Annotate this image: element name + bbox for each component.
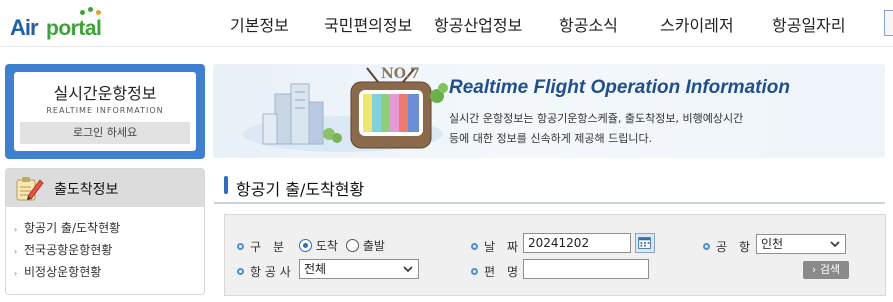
arrival-departure-menu: 출도착정보 › 항공기 출/도착현황 › 전국공항운항현황 › 비정상운항현황 — [5, 168, 205, 295]
airport-label-text: 공 항 — [716, 240, 751, 254]
section-divider — [214, 202, 885, 204]
logo-portal-text: portal — [46, 17, 102, 40]
side-menu-title: 출도착정보 — [54, 182, 119, 198]
side-menu-item-label: 항공기 출/도착현황 — [24, 221, 121, 235]
airline-label-text: 항 공 사 — [250, 265, 291, 279]
date-label: 날 짜 — [471, 238, 518, 255]
bullet-icon — [471, 268, 478, 275]
chevron-down-icon — [830, 241, 840, 248]
calendar-button[interactable] — [635, 233, 655, 253]
banner-description: 실시간 운항정보는 항공기운항스케쥴, 출도착정보, 비행예상시간 등에 대한 … — [449, 109, 869, 149]
nav-aviation-news[interactable]: 항공소식 — [559, 12, 618, 36]
type-label: 구 분 — [237, 238, 284, 255]
realtime-subtitle: REALTIME INFORMATION — [46, 106, 164, 115]
login-button[interactable]: 로그인 하세요 — [20, 122, 190, 144]
banner-title: Realtime Flight Operation Information — [449, 77, 790, 98]
nav-basic-info[interactable]: 기본정보 — [230, 12, 289, 36]
date-label-text: 날 짜 — [484, 240, 519, 254]
realtime-banner: NO.7 Realtime Flight Operation Informati… — [213, 64, 885, 158]
radio-departure-button[interactable] — [346, 239, 359, 252]
nav-aviation-jobs[interactable]: 항공일자리 — [772, 12, 846, 36]
banner-desc-line: 실시간 운항정보는 항공기운항스케쥴, 출도착정보, 비행예상시간 — [449, 112, 744, 125]
airportal-logo[interactable]: Air portal — [8, 6, 108, 42]
flight-number-label-text: 편 명 — [484, 265, 519, 279]
logo-dot — [80, 10, 85, 15]
flight-number-input[interactable] — [523, 259, 649, 279]
chevron-right-icon: › — [14, 269, 18, 278]
bullet-icon — [471, 243, 478, 250]
header-divider — [0, 46, 893, 47]
flight-number-label: 편 명 — [471, 263, 518, 280]
svg-text:NO.7: NO.7 — [381, 66, 420, 82]
side-menu-item-flight-status[interactable]: › 항공기 출/도착현황 — [14, 219, 120, 241]
side-menu-item-label: 전국공항운항현황 — [24, 243, 113, 257]
search-button[interactable]: › 검색 — [803, 261, 849, 279]
type-label-text: 구 분 — [250, 240, 285, 254]
radio-arrival-label: 도착 — [315, 239, 338, 253]
flight-search-form: 구 분 도착 출발 날 짜 20241202 공 항 인천 항 공 사 전체 편… — [224, 214, 886, 296]
calendar-icon — [638, 237, 651, 249]
chevron-right-icon: › — [14, 247, 18, 256]
clipboard-pencil-icon — [16, 177, 44, 201]
realtime-info-box: 실시간운항정보 REALTIME INFORMATION 로그인 하세요 — [5, 64, 205, 159]
airline-label: 항 공 사 — [237, 263, 291, 280]
side-menu-item-airport-status[interactable]: › 전국공항운항현황 — [14, 241, 120, 263]
chevron-right-icon: › — [14, 225, 18, 234]
logo-air-text: Air — [10, 15, 39, 40]
realtime-info-panel: 실시간운항정보 REALTIME INFORMATION 로그인 하세요 — [14, 72, 196, 151]
airport-select[interactable]: 인천 — [756, 234, 846, 254]
bullet-icon — [703, 243, 710, 250]
airline-select[interactable]: 전체 — [299, 259, 419, 279]
side-menu-item-irregular-status[interactable]: › 비정상운항현황 — [14, 263, 120, 285]
realtime-title: 실시간운항정보 — [53, 84, 157, 103]
airport-select-value: 인천 — [761, 237, 784, 251]
radio-arrival[interactable]: 도착 — [299, 237, 338, 254]
radio-departure[interactable]: 출발 — [346, 237, 385, 254]
page-title: 항공기 출/도착현황 — [236, 180, 365, 199]
logo-dot — [88, 7, 93, 12]
bullet-icon — [237, 243, 244, 250]
radio-departure-label: 출발 — [362, 239, 385, 253]
side-menu-list: › 항공기 출/도착현황 › 전국공항운항현황 › 비정상운항현황 — [14, 219, 120, 285]
nav-industry-info[interactable]: 항공산업정보 — [434, 12, 522, 36]
chevron-down-icon — [403, 266, 413, 273]
side-menu-header: 출도착정보 — [6, 169, 204, 207]
airport-label: 공 항 — [703, 238, 750, 255]
side-menu-item-label: 비정상운항현황 — [24, 265, 102, 279]
logo-dot — [96, 10, 101, 15]
radio-arrival-button[interactable] — [299, 239, 312, 252]
nav-citizen-info[interactable]: 국민편의정보 — [324, 12, 412, 36]
date-input[interactable]: 20241202 — [523, 233, 631, 253]
city-tv-illustration: NO.7 — [243, 66, 448, 152]
section-title-marker — [224, 176, 228, 194]
banner-desc-line: 등에 대한 정보를 신속하게 제공해 드립니다. — [449, 132, 653, 145]
bullet-icon — [237, 268, 244, 275]
airline-select-value: 전체 — [304, 262, 327, 276]
header-edge-button[interactable] — [884, 10, 893, 36]
nav-sky-leisure[interactable]: 스카이레저 — [660, 12, 734, 36]
